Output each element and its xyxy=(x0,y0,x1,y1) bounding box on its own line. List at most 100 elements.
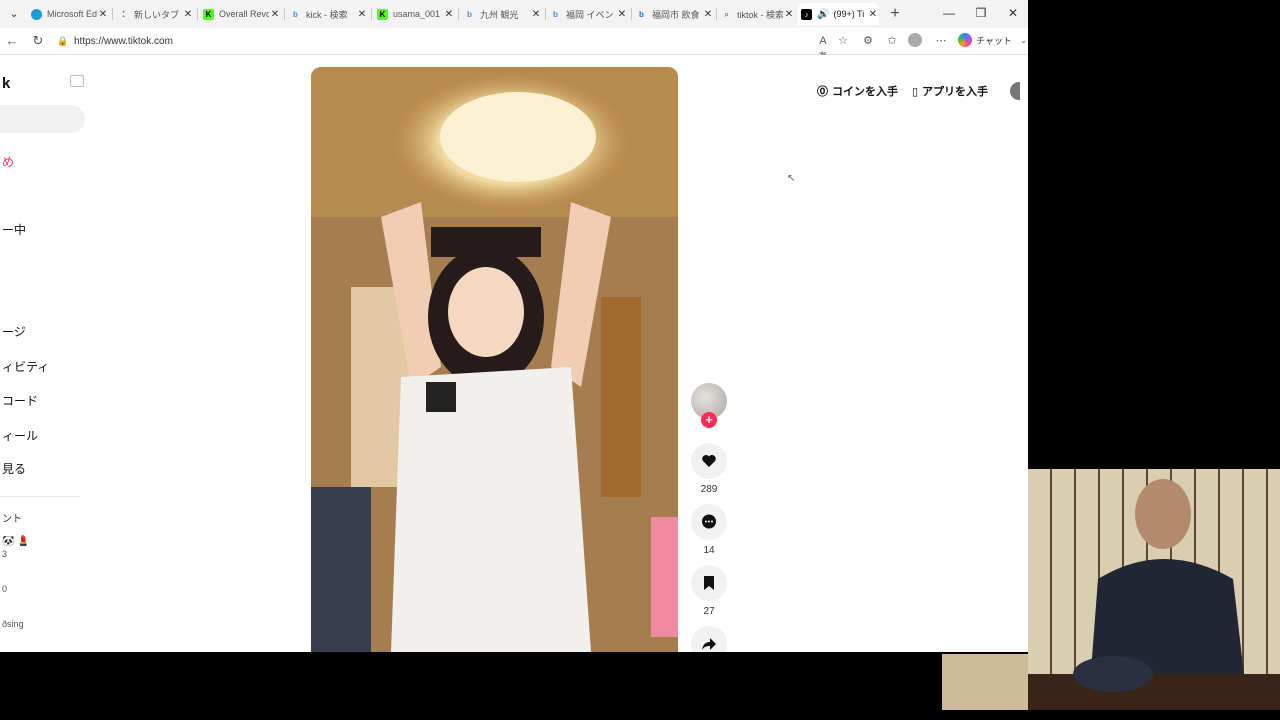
follow-plus-icon[interactable]: + xyxy=(701,412,717,428)
close-tab-icon[interactable]: ✕ xyxy=(269,9,281,20)
share-button[interactable] xyxy=(691,626,727,652)
favorite-star-icon[interactable]: ☆ xyxy=(835,33,851,49)
tiktok-icon: ♪ xyxy=(801,8,812,20)
translate-icon[interactable]: Aあ xyxy=(815,33,831,63)
tab-actions-chevron-icon[interactable]: ⌄ xyxy=(6,6,22,22)
following-account-emojis[interactable]: 🐼 💄 xyxy=(2,536,30,547)
new-tab-plus-icon[interactable]: + xyxy=(887,5,903,23)
sidebar-item-messages[interactable]: ージ xyxy=(2,323,26,340)
tab-new-tab[interactable]: ⁚ 新しいタブ ✕ xyxy=(114,3,194,25)
tab-bar: ⌄ Microsoft Ed ✕ ⁚ 新しいタブ ✕ K Overall Rev… xyxy=(0,0,1028,28)
tab-tiktok-search[interactable]: ⌕ tiktok - 検索 ✕ xyxy=(717,3,795,25)
collapse-sidebar-icon[interactable] xyxy=(70,75,84,87)
tab-label: 新しいタブ xyxy=(134,9,180,20)
save-button[interactable]: 27 xyxy=(691,565,727,617)
get-app-label: アプリを入手 xyxy=(922,86,989,98)
restore-icon[interactable]: ❐ xyxy=(973,6,989,20)
sidebar-item-more[interactable]: 見る xyxy=(2,460,26,477)
more-menu-icon[interactable]: ⋯ xyxy=(933,33,949,49)
loading-icon: ⁚ xyxy=(121,9,126,19)
save-count: 27 xyxy=(703,606,715,617)
tab-divider xyxy=(284,8,285,20)
close-tab-icon[interactable]: ✕ xyxy=(530,9,542,20)
chat-label: チャット xyxy=(976,35,1012,46)
tab-label: tiktok - 検索 xyxy=(737,9,783,20)
footer-text: 0 xyxy=(2,584,8,594)
tab-divider xyxy=(458,8,459,20)
speaker-icon[interactable]: 🔊 xyxy=(817,9,829,20)
like-count: 289 xyxy=(700,484,718,495)
close-tab-icon[interactable]: ✕ xyxy=(783,9,795,20)
tab-label: 福岡市 飲食 xyxy=(652,9,700,20)
tab-kyushu[interactable]: b 九州 観光 ✕ xyxy=(460,3,542,25)
tab-usama[interactable]: K usama_001 ✕ xyxy=(373,3,455,25)
tiktok-page: k め ー中 ージ ィビティ コード ィール 見る ント 🐼 💄 3 0 ðsi… xyxy=(0,55,1028,652)
comment-button[interactable]: 14 xyxy=(691,504,727,556)
address-bar[interactable]: 🔒 https://www.tiktok.com xyxy=(53,31,813,51)
coin-icon: ⓪ xyxy=(817,86,828,98)
heart-icon xyxy=(702,455,716,467)
tab-label: 九州 観光 xyxy=(480,9,519,20)
tab-tiktok-active[interactable]: ♪ 🔊 (99+) Ti ✕ xyxy=(797,3,879,25)
profile-avatar-icon[interactable] xyxy=(907,33,923,49)
header-actions: ⓪ コインを入手 ▯ アプリを入手 xyxy=(817,81,1021,101)
close-tab-icon[interactable]: ✕ xyxy=(443,9,455,20)
video-player[interactable] xyxy=(311,67,678,652)
back-arrow-icon[interactable]: ← xyxy=(4,33,20,49)
tab-label: kick - 検索 xyxy=(306,9,348,20)
tab-label: (99+) Ti xyxy=(833,9,865,19)
lock-icon[interactable]: 🔒 xyxy=(57,35,69,47)
tab-microsoft-edge[interactable]: Microsoft Ed ✕ xyxy=(27,3,109,25)
url-text[interactable]: https://www.tiktok.com xyxy=(74,36,173,47)
webcam-overlay xyxy=(1028,469,1280,710)
video-frame xyxy=(311,67,678,652)
close-window-icon[interactable]: ✕ xyxy=(1005,6,1021,20)
sidebar-divider xyxy=(0,496,80,497)
extensions-icon[interactable]: ⚙ xyxy=(860,33,876,49)
tab-overall-revo[interactable]: K Overall Revo ✕ xyxy=(199,3,281,25)
sidebar-item-activity[interactable]: ィビティ xyxy=(2,358,49,375)
search-input[interactable] xyxy=(0,105,85,133)
sidebar-item-upload[interactable]: コード xyxy=(2,392,38,409)
edge-icon xyxy=(31,8,42,20)
sidebar-item-recommended[interactable]: め xyxy=(2,153,14,170)
tab-divider xyxy=(112,8,113,20)
tab-fukuoka-food[interactable]: b 福岡市 飲食 ✕ xyxy=(632,3,714,25)
close-tab-icon[interactable]: ✕ xyxy=(867,9,879,20)
close-tab-icon[interactable]: ✕ xyxy=(182,9,194,20)
tab-divider xyxy=(371,8,372,20)
close-tab-icon[interactable]: ✕ xyxy=(702,9,714,20)
sidebar-item-live[interactable]: ー中 xyxy=(2,221,26,238)
footer-text: ðsing xyxy=(2,619,24,629)
following-accounts-header: ント xyxy=(2,514,22,525)
close-tab-icon[interactable]: ✕ xyxy=(97,9,109,20)
address-bar-row: ← ↻ 🔒 https://www.tiktok.com Aあ ☆ ⚙ ✩ ⋯ … xyxy=(0,28,1028,63)
following-account-sub: 3 xyxy=(2,549,8,559)
tab-label: 福岡 イベント xyxy=(566,9,616,20)
chevron-down-icon[interactable]: ⌄ xyxy=(1020,35,1028,46)
refresh-icon[interactable]: ↻ xyxy=(30,33,46,49)
search-icon: ⌕ xyxy=(724,9,729,19)
comment-count: 14 xyxy=(703,545,715,556)
close-tab-icon[interactable]: ✕ xyxy=(616,9,628,20)
sidebar-item-profile[interactable]: ィール xyxy=(2,427,38,444)
bing-icon: b xyxy=(467,9,472,19)
close-tab-icon[interactable]: ✕ xyxy=(356,9,368,20)
copilot-chat-button[interactable]: チャット ⌄ xyxy=(958,33,1027,47)
user-avatar[interactable] xyxy=(1010,82,1021,100)
like-button[interactable]: 289 xyxy=(691,443,727,495)
get-coins-label: コインを入手 xyxy=(832,86,898,98)
bing-icon: b xyxy=(639,9,644,19)
browser-window: ⌄ Microsoft Ed ✕ ⁚ 新しいタブ ✕ K Overall Rev… xyxy=(0,0,1028,652)
tab-kick-search[interactable]: b kick - 検索 ✕ xyxy=(286,3,368,25)
share-icon xyxy=(702,638,716,650)
minimize-icon[interactable]: — xyxy=(941,6,957,20)
favorites-bar-icon[interactable]: ✩ xyxy=(884,33,900,49)
bing-icon: b xyxy=(293,9,298,19)
kick-icon: K xyxy=(377,8,388,20)
tiktok-logo[interactable]: k xyxy=(2,75,10,92)
get-app-button[interactable]: ▯ アプリを入手 xyxy=(912,83,988,99)
kick-icon: K xyxy=(203,8,214,20)
tab-fukuoka-event[interactable]: b 福岡 イベント ✕ xyxy=(546,3,628,25)
get-coins-button[interactable]: ⓪ コインを入手 xyxy=(817,83,898,99)
